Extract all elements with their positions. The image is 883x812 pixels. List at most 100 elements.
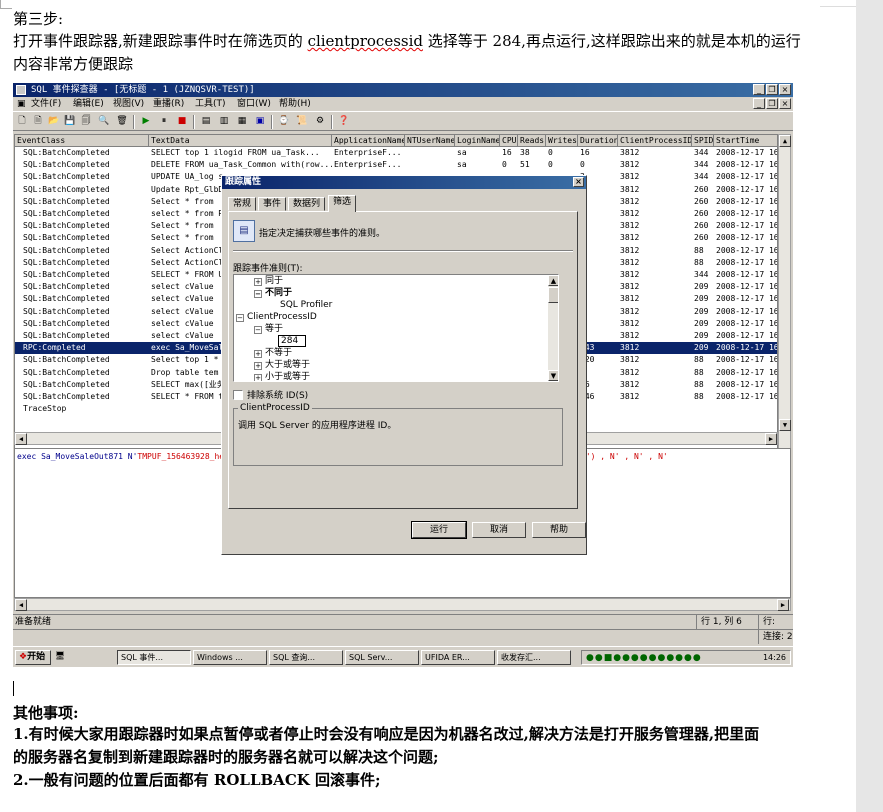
column-header[interactable]: NTUserName xyxy=(405,135,455,147)
table-cell: 38 xyxy=(520,148,530,157)
tree-sql-profiler[interactable]: SQL Profiler xyxy=(280,299,332,311)
tab-events[interactable]: 事件 xyxy=(258,197,287,211)
exclude-system-ids[interactable]: 排除系统 ID(S) xyxy=(233,388,308,401)
column-header[interactable]: EventClass xyxy=(15,135,149,147)
child-restore-button[interactable]: ❐ xyxy=(766,98,778,109)
find-icon[interactable]: 🔍 xyxy=(97,115,111,128)
tab-general[interactable]: 常规 xyxy=(228,197,257,211)
tree-le[interactable]: + 小于或等于 xyxy=(254,371,310,381)
table-row[interactable]: SQL:BatchCompleted SELECT top 1 ilogid FR… xyxy=(15,147,777,159)
text-horizontal-scrollbar[interactable]: ◀ ▶ xyxy=(14,598,791,611)
status-bar: 准备就绪 行 1, 列 6 行: xyxy=(13,614,793,629)
grid-vertical-scrollbar[interactable]: ▲ ▼ xyxy=(778,134,791,454)
save-icon[interactable]: 💾 xyxy=(63,115,77,128)
column-header[interactable]: StartTime xyxy=(714,135,777,147)
collapse-icon[interactable]: − xyxy=(236,314,244,322)
quicklaunch-icon[interactable]: 🖥 xyxy=(55,651,65,660)
menu-help[interactable]: 帮助(H) xyxy=(279,97,311,111)
task-ufida[interactable]: UFIDA ER... xyxy=(421,650,495,665)
collapse-icon[interactable]: − xyxy=(254,326,262,334)
dialog-close-icon[interactable]: × xyxy=(573,177,584,187)
menu-tools[interactable]: 工具(T) xyxy=(195,97,226,111)
column-header[interactable]: TextData xyxy=(149,135,332,147)
tab-data-columns[interactable]: 数据列 xyxy=(288,197,326,211)
scroll-left-icon[interactable]: ◀ xyxy=(15,599,27,611)
scroll-down-icon[interactable]: ▼ xyxy=(779,419,791,431)
exclude-checkbox[interactable] xyxy=(233,390,243,400)
close-button[interactable]: × xyxy=(779,84,791,95)
scroll-thumb[interactable] xyxy=(548,287,558,303)
tree-ge[interactable]: + 大于或等于 xyxy=(254,359,310,371)
menu-file[interactable]: 文件(F) xyxy=(31,97,61,111)
column-header[interactable]: LoginName xyxy=(455,135,500,147)
menu-replay[interactable]: 重播(R) xyxy=(153,97,184,111)
child-close-button[interactable]: × xyxy=(779,98,791,109)
task-sql-profiler[interactable]: SQL 事件... xyxy=(117,650,191,665)
stop-icon[interactable]: ■ xyxy=(175,115,189,128)
table-cell: SQL:BatchCompleted xyxy=(23,172,110,182)
clear-icon[interactable]: 🗑 xyxy=(115,115,129,128)
expand-icon[interactable]: + xyxy=(254,362,262,370)
column-header[interactable]: ClientProcessID xyxy=(618,135,692,147)
column-header[interactable]: Reads xyxy=(518,135,546,147)
start-button[interactable]: ❖开始 xyxy=(15,650,51,665)
filter-icon[interactable]: ▥ xyxy=(217,115,231,128)
filter-value-input[interactable]: 284 xyxy=(278,335,306,347)
clock-icon[interactable]: ⌚ xyxy=(277,115,291,128)
pause-icon[interactable]: ⏸ xyxy=(157,115,171,128)
tab-filters[interactable]: 筛选 xyxy=(328,195,357,212)
grid-icon[interactable]: ▦ xyxy=(235,115,249,128)
expand-icon[interactable]: + xyxy=(254,350,262,358)
scroll-up-icon[interactable]: ▲ xyxy=(779,135,791,147)
column-header[interactable]: Writes xyxy=(546,135,578,147)
note2: 2.一般有问题的位置后面都有 ROLLBACK 回滚事件; xyxy=(13,771,381,789)
task-sql-query[interactable]: SQL 查询... xyxy=(269,650,343,665)
script-icon[interactable]: 📜 xyxy=(295,115,309,128)
tree-eq[interactable]: − 等于 xyxy=(254,323,283,335)
restore-button[interactable]: ❐ xyxy=(766,84,778,95)
child-minimize-button[interactable]: _ xyxy=(753,98,765,109)
column-header[interactable]: CPU xyxy=(500,135,518,147)
tray-icons[interactable]: ●●■●●●●●●●●●● xyxy=(586,653,702,663)
expand-icon[interactable]: + xyxy=(254,374,262,381)
tree-clientprocessid[interactable]: − ClientProcessID xyxy=(236,311,317,323)
menu-edit[interactable]: 编辑(E) xyxy=(73,97,104,111)
minimize-button[interactable]: _ xyxy=(753,84,765,95)
collapse-icon[interactable]: − xyxy=(254,290,262,298)
scroll-up-icon[interactable]: ▲ xyxy=(548,275,558,286)
properties-icon[interactable]: 🗐 xyxy=(79,115,93,128)
run-icon[interactable]: ▶ xyxy=(139,115,153,128)
scroll-right-icon[interactable]: ▶ xyxy=(765,433,777,445)
table-cell: 2008-12-17 16 xyxy=(716,245,778,255)
expand-icon[interactable]: + xyxy=(254,278,262,286)
help-button[interactable]: 帮助 xyxy=(532,522,586,538)
help-icon[interactable]: ❓ xyxy=(337,115,351,128)
task-report[interactable]: 收发存汇... xyxy=(497,650,571,665)
tree-scrollbar[interactable]: ▲ ▼ xyxy=(548,275,558,381)
open-folder-icon[interactable]: 📂 xyxy=(47,115,61,128)
task-sql-server[interactable]: SQL Serv... xyxy=(345,650,419,665)
criteria-tree[interactable]: + 同于 − 不同于 SQL Profiler − ClientProcessID −… xyxy=(233,274,559,382)
cancel-button[interactable]: 取消 xyxy=(472,522,526,538)
column-header[interactable]: SPID xyxy=(692,135,714,147)
columns-icon[interactable]: ▤ xyxy=(199,115,213,128)
page-gutter xyxy=(856,0,883,812)
scroll-right-icon[interactable]: ▶ xyxy=(777,599,789,611)
table-row[interactable]: SQL:BatchCompleted DELETE FROM ua_Task_Co… xyxy=(15,159,777,171)
tree-not-equal[interactable]: − 不同于 xyxy=(254,287,292,299)
table-cell: SQL:BatchCompleted xyxy=(23,160,110,170)
column-header[interactable]: Duration xyxy=(578,135,618,147)
column-header[interactable]: ApplicationName xyxy=(332,135,405,147)
open-icon[interactable]: 🗎 xyxy=(31,115,45,128)
task-windows[interactable]: Windows ... xyxy=(193,650,267,665)
menu-view[interactable]: 视图(V) xyxy=(113,97,144,111)
scroll-down-icon[interactable]: ▼ xyxy=(548,370,558,381)
tree-ne[interactable]: + 不等于 xyxy=(254,347,292,359)
run-button[interactable]: 运行 xyxy=(411,521,467,539)
window-icon[interactable]: ▣ xyxy=(253,115,267,128)
tools-icon[interactable]: ⚙ xyxy=(313,115,327,128)
scroll-left-icon[interactable]: ◀ xyxy=(15,433,27,445)
menu-window[interactable]: 窗口(W) xyxy=(237,97,271,111)
tree-equal[interactable]: + 同于 xyxy=(254,275,283,287)
new-icon[interactable]: 🗋 xyxy=(15,115,29,128)
